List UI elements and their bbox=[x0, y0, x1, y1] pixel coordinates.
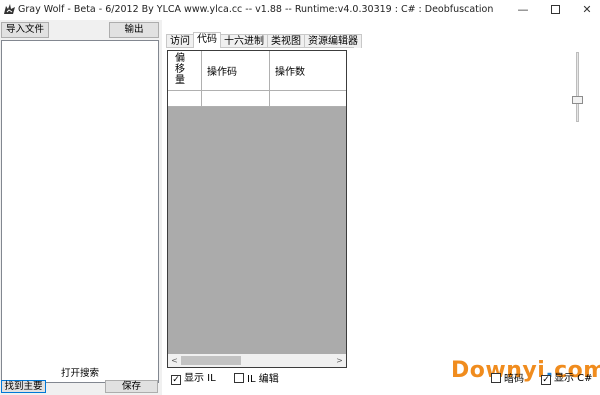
checkmark-icon: ✓ bbox=[541, 375, 551, 385]
show-csharp-checkbox[interactable]: ✓ 显示 C# bbox=[541, 373, 593, 385]
open-search-toggle[interactable]: 打开搜索 bbox=[0, 365, 160, 379]
maximize-icon bbox=[550, 5, 560, 14]
vertical-slider-thumb[interactable] bbox=[572, 96, 583, 104]
tab-strip: 访问 代码 十六进制 类视图 资源编辑器 bbox=[166, 32, 362, 48]
assembly-tree-view[interactable] bbox=[1, 40, 159, 383]
import-file-button[interactable]: 导入文件 bbox=[1, 22, 49, 38]
tab-code[interactable]: 代码 bbox=[193, 32, 221, 48]
wolf-app-icon bbox=[4, 4, 15, 14]
vertical-slider-track[interactable] bbox=[576, 52, 579, 122]
csharp-code-view[interactable] bbox=[348, 50, 586, 368]
column-header-opcode[interactable]: 操作码 bbox=[202, 51, 270, 91]
title-bar: Gray Wolf - Beta - 6/2012 By YLCA www.yl… bbox=[0, 0, 600, 20]
checkbox-empty-icon bbox=[234, 373, 244, 383]
tab-access[interactable]: 访问 bbox=[166, 34, 194, 48]
column-header-operand[interactable]: 操作数 bbox=[270, 51, 346, 91]
minimize-button[interactable]: — bbox=[508, 0, 538, 20]
right-panel: 访问 代码 十六进制 类视图 资源编辑器 偏移量 操作码 操作数 < > ✓ 显示… bbox=[162, 20, 600, 395]
close-button[interactable]: ✕ bbox=[572, 0, 600, 20]
il-edit-checkbox[interactable]: IL 编辑 bbox=[234, 373, 279, 385]
tab-class-view[interactable]: 类视图 bbox=[267, 34, 305, 48]
il-grid[interactable]: 偏移量 操作码 操作数 < > bbox=[167, 50, 347, 368]
scroll-thumb[interactable] bbox=[181, 356, 241, 365]
cell-operand[interactable] bbox=[270, 91, 346, 106]
tab-hex[interactable]: 十六进制 bbox=[220, 34, 268, 48]
maximize-button[interactable] bbox=[540, 0, 570, 20]
scroll-left-icon[interactable]: < bbox=[168, 354, 181, 367]
horizontal-scrollbar[interactable]: < > bbox=[168, 354, 346, 367]
show-il-checkbox[interactable]: ✓ 显示 IL bbox=[171, 373, 216, 385]
checkmark-icon: ✓ bbox=[171, 375, 181, 385]
dark-code-checkbox[interactable]: 暗码 bbox=[491, 373, 524, 385]
column-header-offset[interactable]: 偏移量 bbox=[168, 51, 202, 91]
save-button[interactable]: 保存 bbox=[105, 380, 158, 393]
checkbox-empty-icon bbox=[491, 373, 501, 383]
grid-header: 偏移量 操作码 操作数 bbox=[168, 51, 346, 91]
cell-offset[interactable] bbox=[168, 91, 202, 106]
table-row[interactable] bbox=[168, 91, 346, 107]
window-title: Gray Wolf - Beta - 6/2012 By YLCA www.yl… bbox=[18, 4, 494, 15]
scroll-right-icon[interactable]: > bbox=[333, 354, 346, 367]
left-panel: 导入文件 输出 打开搜索 找到主要 保存 bbox=[0, 20, 162, 395]
find-main-button[interactable]: 找到主要 bbox=[1, 380, 46, 393]
tab-resource-editor[interactable]: 资源编辑器 bbox=[304, 34, 362, 48]
output-button[interactable]: 输出 bbox=[109, 22, 159, 38]
cell-opcode[interactable] bbox=[202, 91, 270, 106]
